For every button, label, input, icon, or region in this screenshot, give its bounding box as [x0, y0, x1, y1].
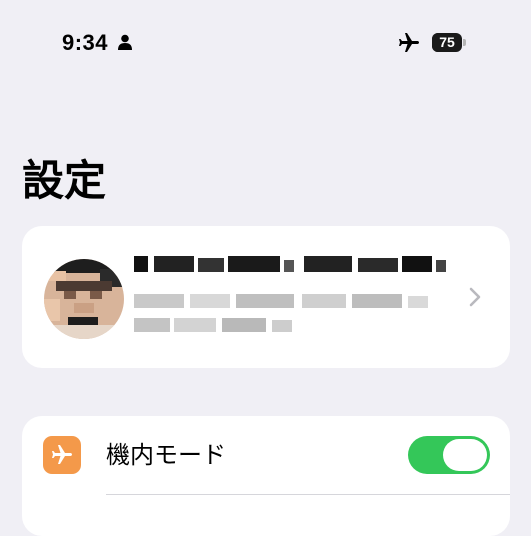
status-time: 9:34 [62, 30, 109, 55]
airplane-mode-icon-tile [43, 436, 81, 474]
toggle-knob [443, 439, 487, 471]
battery-percentage: 75 [439, 34, 455, 50]
airplane-mode-toggle[interactable] [408, 436, 490, 474]
battery-icon: 75 [432, 33, 462, 52]
airplane-mode-label: 機内モード [106, 441, 226, 469]
airplane-icon [399, 33, 419, 52]
settings-group: 機内モード [22, 416, 510, 536]
page-title: 設定 [22, 156, 107, 205]
person-icon [118, 34, 132, 50]
settings-row-airplane-mode[interactable]: 機内モード [22, 416, 510, 494]
row-divider [106, 494, 510, 495]
avatar[interactable] [44, 259, 124, 339]
battery-cap [463, 39, 466, 46]
profile-card[interactable] [22, 226, 510, 368]
airplane-icon [52, 445, 72, 464]
status-bar: 9:34 75 [0, 0, 531, 80]
chevron-right-icon [469, 287, 481, 307]
